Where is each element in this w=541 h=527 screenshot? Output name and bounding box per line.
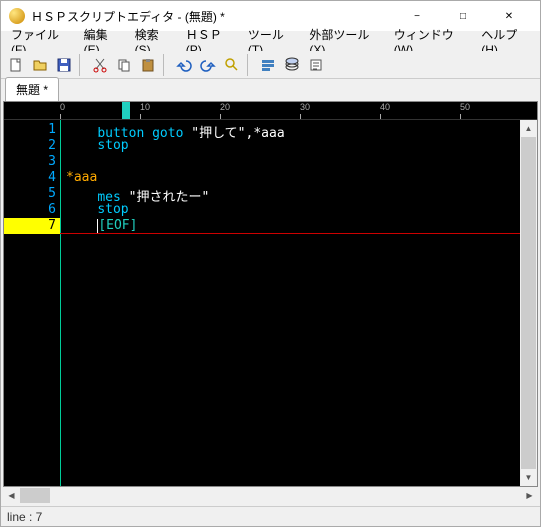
code-line bbox=[60, 154, 520, 170]
line-number: 1 bbox=[4, 122, 60, 138]
cut-icon[interactable] bbox=[89, 54, 111, 76]
line-number: 5 bbox=[4, 186, 60, 202]
open-file-icon[interactable] bbox=[29, 54, 51, 76]
file-tab[interactable]: 無題 * bbox=[5, 77, 59, 101]
scroll-track[interactable] bbox=[20, 487, 521, 504]
code-line: *aaa bbox=[60, 170, 520, 186]
scroll-down-icon[interactable]: ▼ bbox=[520, 469, 537, 486]
scroll-thumb[interactable] bbox=[20, 488, 50, 503]
status-line: line : 7 bbox=[7, 510, 42, 524]
redo-icon[interactable] bbox=[197, 54, 219, 76]
line-number: 3 bbox=[4, 154, 60, 170]
code-line: button goto "押して",*aaa bbox=[60, 122, 520, 138]
scroll-up-icon[interactable]: ▲ bbox=[520, 120, 537, 137]
horizontal-scrollbar[interactable]: ◀ ▶ bbox=[3, 487, 538, 504]
line-number-current: 7 bbox=[4, 218, 60, 234]
code-line: stop bbox=[60, 138, 520, 154]
line-number: 4 bbox=[4, 170, 60, 186]
copy-icon[interactable] bbox=[113, 54, 135, 76]
code-line: mes "押されたー" bbox=[60, 186, 520, 202]
line-gutter: 1 2 3 4 5 6 7 bbox=[4, 120, 60, 486]
code-line-current: [EOF] bbox=[60, 218, 520, 234]
menubar: ファイル(F) 編集(E) 検索(S) ＨＳＰ(P) ツール(T) 外部ツール(… bbox=[1, 31, 540, 51]
statusbar: line : 7 bbox=[1, 506, 540, 526]
code-line: stop bbox=[60, 202, 520, 218]
search-icon[interactable] bbox=[221, 54, 243, 76]
window-title: ＨＳＰスクリプトエディタ - (無題) * bbox=[31, 8, 394, 25]
tabbar: 無題 * bbox=[1, 79, 540, 101]
toolbar bbox=[1, 51, 540, 79]
line-number: 2 bbox=[4, 138, 60, 154]
ruler: 0 10 20 30 40 50 bbox=[4, 102, 537, 120]
scroll-thumb[interactable] bbox=[521, 137, 536, 469]
editor-body[interactable]: 1 2 3 4 5 6 7 button goto "押して",*aaa sto… bbox=[4, 120, 537, 486]
new-file-icon[interactable] bbox=[5, 54, 27, 76]
undo-icon[interactable] bbox=[173, 54, 195, 76]
ruler-cursor bbox=[122, 102, 130, 119]
run-icon[interactable] bbox=[257, 54, 279, 76]
editor: 0 10 20 30 40 50 1 2 3 4 5 6 7 button go… bbox=[3, 101, 538, 487]
scroll-right-icon[interactable]: ▶ bbox=[521, 487, 538, 504]
make-icon[interactable] bbox=[305, 54, 327, 76]
compile-icon[interactable] bbox=[281, 54, 303, 76]
vertical-scrollbar[interactable]: ▲ ▼ bbox=[520, 120, 537, 486]
scroll-left-icon[interactable]: ◀ bbox=[3, 487, 20, 504]
line-number: 6 bbox=[4, 202, 60, 218]
app-window: ＨＳＰスクリプトエディタ - (無題) * − □ ✕ ファイル(F) 編集(E… bbox=[0, 0, 541, 527]
paste-icon[interactable] bbox=[137, 54, 159, 76]
scroll-track[interactable] bbox=[520, 137, 537, 469]
save-icon[interactable] bbox=[53, 54, 75, 76]
app-icon bbox=[9, 8, 25, 24]
code-area[interactable]: button goto "押して",*aaa stop *aaa mes "押さ… bbox=[60, 120, 520, 486]
